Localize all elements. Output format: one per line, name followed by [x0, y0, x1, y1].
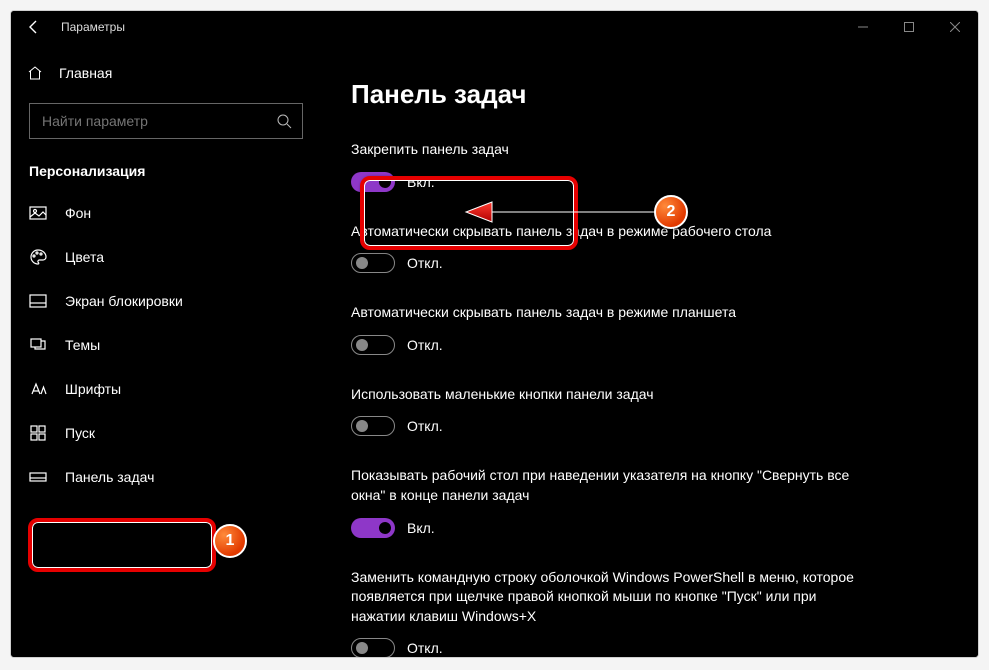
- search-field[interactable]: [40, 112, 276, 130]
- start-icon: [29, 424, 47, 442]
- titlebar: Параметры: [11, 11, 978, 43]
- home-label: Главная: [59, 65, 112, 81]
- toggle-small-buttons[interactable]: [351, 416, 395, 436]
- setting-label: Закрепить панель задач: [351, 140, 871, 160]
- picture-icon: [29, 204, 47, 222]
- sidebar-item-themes[interactable]: Темы: [11, 323, 321, 367]
- sidebar-item-background[interactable]: Фон: [11, 191, 321, 235]
- toggle-powershell[interactable]: [351, 638, 395, 657]
- sidebar-item-taskbar[interactable]: Панель задач: [11, 455, 321, 499]
- setting-label: Заменить командную строку оболочкой Wind…: [351, 568, 871, 627]
- maximize-button[interactable]: [886, 11, 932, 43]
- setting-peek-desktop: Показывать рабочий стол при наведении ук…: [351, 466, 938, 537]
- page-title: Панель задач: [351, 79, 938, 110]
- setting-powershell: Заменить командную строку оболочкой Wind…: [351, 568, 938, 657]
- nav-label: Фон: [65, 205, 91, 221]
- sidebar-item-start[interactable]: Пуск: [11, 411, 321, 455]
- sidebar: Главная Персонализация Фон Ц: [11, 43, 321, 657]
- nav-label: Пуск: [65, 425, 95, 441]
- setting-label: Автоматически скрывать панель задач в ре…: [351, 222, 871, 242]
- sidebar-item-home[interactable]: Главная: [11, 53, 321, 93]
- toggle-state: Вкл.: [407, 520, 435, 536]
- palette-icon: [29, 248, 47, 266]
- setting-label: Использовать маленькие кнопки панели зад…: [351, 385, 871, 405]
- setting-label: Показывать рабочий стол при наведении ук…: [351, 466, 871, 505]
- fonts-icon: [29, 380, 47, 398]
- search-icon: [276, 113, 292, 129]
- toggle-autohide-tablet[interactable]: [351, 335, 395, 355]
- taskbar-icon: [29, 468, 47, 486]
- setting-autohide-desktop: Автоматически скрывать панель задач в ре…: [351, 222, 938, 274]
- nav-label: Экран блокировки: [65, 293, 183, 309]
- section-title: Персонализация: [29, 163, 321, 179]
- search-input[interactable]: [29, 103, 303, 139]
- setting-lock-taskbar: Закрепить панель задач Вкл.: [351, 140, 938, 192]
- app-title: Параметры: [61, 20, 125, 34]
- lockscreen-icon: [29, 292, 47, 310]
- settings-window: Параметры Главная Персонализация: [11, 11, 978, 657]
- sidebar-item-colors[interactable]: Цвета: [11, 235, 321, 279]
- nav-label: Цвета: [65, 249, 104, 265]
- toggle-state: Откл.: [407, 640, 443, 656]
- toggle-state: Откл.: [407, 255, 443, 271]
- nav-label: Темы: [65, 337, 100, 353]
- themes-icon: [29, 336, 47, 354]
- setting-autohide-tablet: Автоматически скрывать панель задач в ре…: [351, 303, 938, 355]
- setting-small-buttons: Использовать маленькие кнопки панели зад…: [351, 385, 938, 437]
- sidebar-item-lockscreen[interactable]: Экран блокировки: [11, 279, 321, 323]
- minimize-button[interactable]: [840, 11, 886, 43]
- nav-label: Панель задач: [65, 469, 154, 485]
- toggle-peek-desktop[interactable]: [351, 518, 395, 538]
- nav-label: Шрифты: [65, 381, 121, 397]
- content-area: Панель задач Закрепить панель задач Вкл.…: [321, 43, 978, 657]
- toggle-state: Откл.: [407, 418, 443, 434]
- toggle-autohide-desktop[interactable]: [351, 253, 395, 273]
- toggle-state: Откл.: [407, 337, 443, 353]
- close-button[interactable]: [932, 11, 978, 43]
- setting-label: Автоматически скрывать панель задач в ре…: [351, 303, 871, 323]
- toggle-lock-taskbar[interactable]: [351, 172, 395, 192]
- toggle-state: Вкл.: [407, 174, 435, 190]
- sidebar-item-fonts[interactable]: Шрифты: [11, 367, 321, 411]
- back-button[interactable]: [11, 11, 57, 43]
